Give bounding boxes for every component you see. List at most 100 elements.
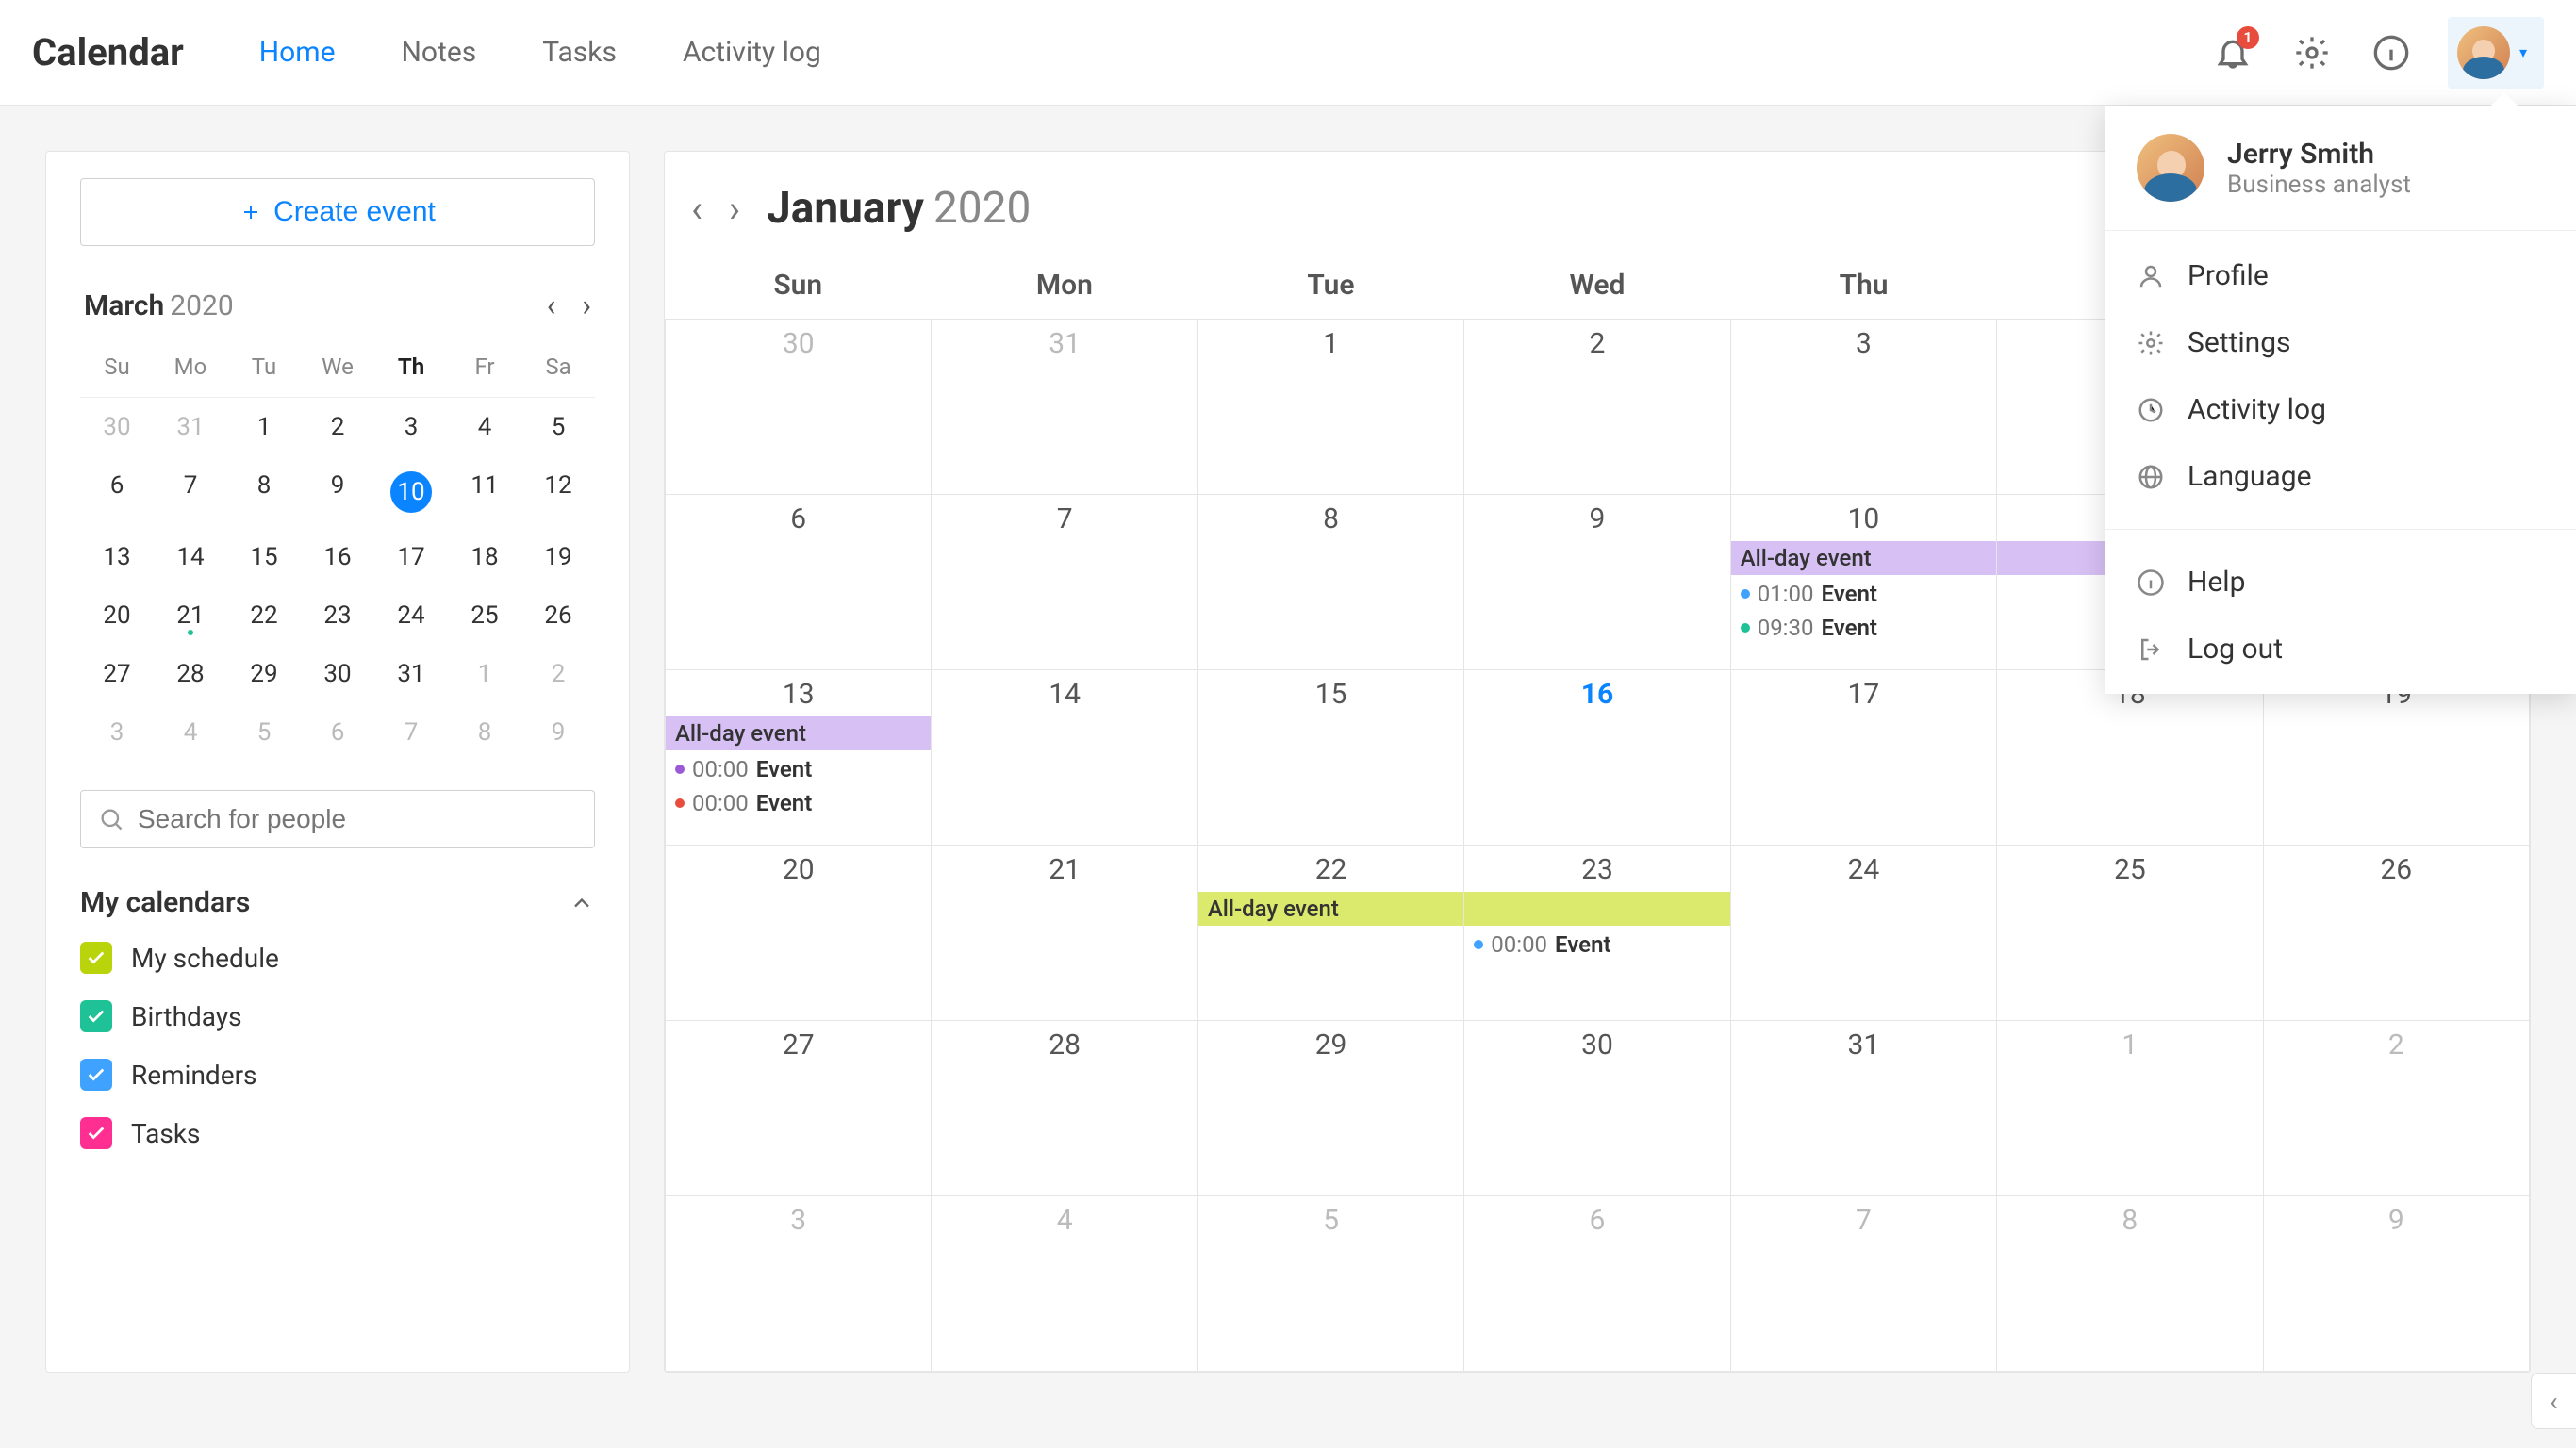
day-cell[interactable]: 13All-day event00:00Event00:00Event bbox=[666, 670, 932, 846]
mini-day[interactable]: 8 bbox=[448, 703, 521, 762]
checkbox[interactable] bbox=[80, 942, 112, 974]
mini-day[interactable]: 22 bbox=[227, 586, 301, 645]
cal-prev[interactable]: ‹ bbox=[691, 187, 702, 231]
create-event-button[interactable]: Create event bbox=[80, 178, 595, 246]
mini-day[interactable]: 30 bbox=[80, 398, 154, 456]
cal-next[interactable]: › bbox=[729, 187, 740, 231]
day-cell[interactable]: 8 bbox=[1198, 495, 1464, 670]
day-cell[interactable]: 2 bbox=[1464, 320, 1730, 495]
mini-day[interactable]: 29 bbox=[227, 645, 301, 703]
search-box[interactable] bbox=[80, 790, 595, 848]
all-day-event[interactable]: All-day event bbox=[1731, 541, 1997, 575]
mini-day[interactable]: 20 bbox=[80, 586, 154, 645]
info-button[interactable] bbox=[2369, 30, 2414, 75]
nav-item-notes[interactable]: Notes bbox=[402, 25, 477, 80]
day-cell[interactable]: 14 bbox=[932, 670, 1197, 846]
mini-day[interactable]: 3 bbox=[374, 398, 448, 456]
mini-day[interactable]: 5 bbox=[521, 398, 595, 456]
timed-event[interactable]: 01:00Event bbox=[1731, 579, 1996, 609]
mini-day[interactable]: 7 bbox=[374, 703, 448, 762]
checkbox[interactable] bbox=[80, 1117, 112, 1149]
mini-day[interactable]: 28 bbox=[154, 645, 227, 703]
mini-day[interactable]: 10 bbox=[374, 456, 448, 528]
day-cell[interactable]: 2 bbox=[2264, 1021, 2530, 1196]
day-cell[interactable]: 22All-day event bbox=[1198, 846, 1464, 1021]
mini-day[interactable]: 4 bbox=[154, 703, 227, 762]
all-day-event[interactable] bbox=[1464, 892, 1729, 926]
search-input[interactable] bbox=[138, 804, 577, 834]
day-cell[interactable]: 10All-day event01:00Event09:30Event bbox=[1731, 495, 1997, 670]
day-cell[interactable]: 5 bbox=[1198, 1196, 1464, 1372]
nav-item-activity-log[interactable]: Activity log bbox=[683, 25, 821, 80]
mini-day[interactable]: 14 bbox=[154, 528, 227, 586]
day-cell[interactable]: 25 bbox=[1997, 846, 2263, 1021]
mini-day[interactable]: 26 bbox=[521, 586, 595, 645]
mini-day[interactable]: 2 bbox=[521, 645, 595, 703]
settings-button[interactable] bbox=[2289, 30, 2335, 75]
day-cell[interactable]: 28 bbox=[932, 1021, 1197, 1196]
checkbox[interactable] bbox=[80, 1059, 112, 1091]
timed-event[interactable]: 00:00Event bbox=[666, 788, 931, 818]
nav-item-tasks[interactable]: Tasks bbox=[542, 25, 617, 80]
user-menu-button[interactable]: ▾ bbox=[2448, 17, 2544, 89]
day-cell[interactable]: 21 bbox=[932, 846, 1197, 1021]
mini-day[interactable]: 30 bbox=[301, 645, 374, 703]
mini-day[interactable]: 31 bbox=[154, 398, 227, 456]
day-cell[interactable]: 29 bbox=[1198, 1021, 1464, 1196]
day-cell[interactable]: 1 bbox=[1198, 320, 1464, 495]
day-cell[interactable]: 26 bbox=[2264, 846, 2530, 1021]
mini-day[interactable]: 21 bbox=[154, 586, 227, 645]
mini-cal-next[interactable]: › bbox=[582, 288, 591, 323]
day-cell[interactable]: 31 bbox=[932, 320, 1197, 495]
day-cell[interactable]: 18 bbox=[1997, 670, 2263, 846]
day-cell[interactable]: 15 bbox=[1198, 670, 1464, 846]
mini-day[interactable]: 31 bbox=[374, 645, 448, 703]
day-cell[interactable]: 30 bbox=[666, 320, 932, 495]
timed-event[interactable]: 00:00Event bbox=[1464, 930, 1729, 960]
mini-day[interactable]: 3 bbox=[80, 703, 154, 762]
notifications-button[interactable]: 1 bbox=[2210, 30, 2255, 75]
dropdown-item-log-out[interactable]: Log out bbox=[2105, 616, 2576, 683]
day-cell[interactable]: 20 bbox=[666, 846, 932, 1021]
mini-day[interactable]: 17 bbox=[374, 528, 448, 586]
timed-event[interactable]: 00:00Event bbox=[666, 754, 931, 784]
nav-item-home[interactable]: Home bbox=[259, 25, 336, 80]
mini-day[interactable]: 23 bbox=[301, 586, 374, 645]
all-day-event[interactable]: All-day event bbox=[1198, 892, 1464, 926]
day-cell[interactable]: 7 bbox=[932, 495, 1197, 670]
mini-day[interactable]: 18 bbox=[448, 528, 521, 586]
dropdown-item-language[interactable]: Language bbox=[2105, 443, 2576, 510]
calendar-item-birthdays[interactable]: Birthdays bbox=[80, 1000, 595, 1032]
calendar-item-tasks[interactable]: Tasks bbox=[80, 1117, 595, 1149]
mini-day[interactable]: 6 bbox=[301, 703, 374, 762]
day-cell[interactable]: 27 bbox=[666, 1021, 932, 1196]
dropdown-item-settings[interactable]: Settings bbox=[2105, 309, 2576, 376]
day-cell[interactable]: 30 bbox=[1464, 1021, 1730, 1196]
mini-day[interactable]: 25 bbox=[448, 586, 521, 645]
day-cell[interactable]: 6 bbox=[1464, 1196, 1730, 1372]
day-cell[interactable]: 3 bbox=[666, 1196, 932, 1372]
dropdown-item-help[interactable]: Help bbox=[2105, 549, 2576, 616]
mini-day[interactable]: 1 bbox=[448, 645, 521, 703]
mini-day[interactable]: 9 bbox=[521, 703, 595, 762]
mini-day[interactable]: 8 bbox=[227, 456, 301, 528]
mini-day[interactable]: 6 bbox=[80, 456, 154, 528]
day-cell[interactable]: 1 bbox=[1997, 1021, 2263, 1196]
mini-day[interactable]: 2 bbox=[301, 398, 374, 456]
all-day-event[interactable]: All-day event bbox=[666, 716, 931, 750]
day-cell[interactable]: 17 bbox=[1731, 670, 1997, 846]
day-cell[interactable]: 9 bbox=[1464, 495, 1730, 670]
mini-cal-prev[interactable]: ‹ bbox=[547, 288, 556, 323]
day-cell[interactable]: 19 bbox=[2264, 670, 2530, 846]
mini-day[interactable]: 15 bbox=[227, 528, 301, 586]
dropdown-item-activity-log[interactable]: Activity log bbox=[2105, 376, 2576, 443]
mini-day[interactable]: 13 bbox=[80, 528, 154, 586]
mini-day[interactable]: 16 bbox=[301, 528, 374, 586]
my-calendars-header[interactable]: My calendars bbox=[80, 886, 595, 919]
mini-day[interactable]: 4 bbox=[448, 398, 521, 456]
day-cell[interactable]: 6 bbox=[666, 495, 932, 670]
calendar-item-reminders[interactable]: Reminders bbox=[80, 1059, 595, 1091]
day-cell[interactable]: 23 00:00Event bbox=[1464, 846, 1730, 1021]
day-cell[interactable]: 31 bbox=[1731, 1021, 1997, 1196]
mini-day[interactable]: 12 bbox=[521, 456, 595, 528]
